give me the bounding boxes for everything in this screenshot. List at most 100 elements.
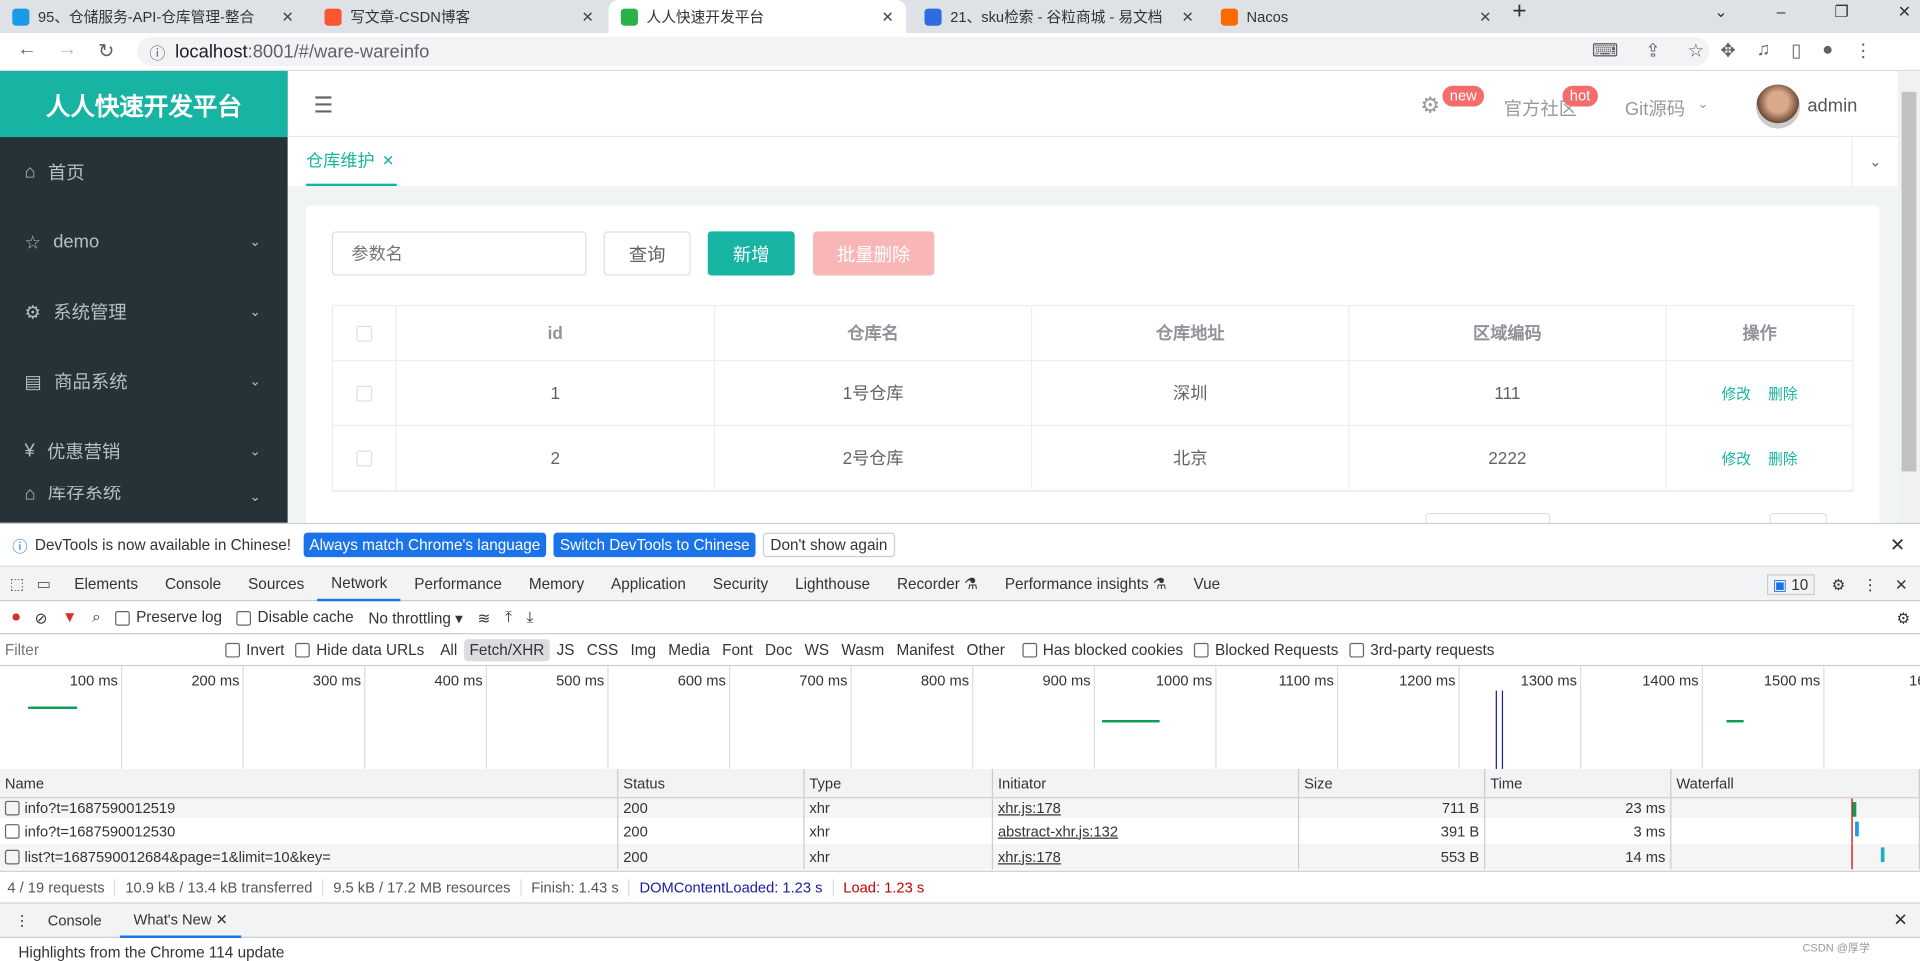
disable-cache-checkbox[interactable]: Disable cache xyxy=(236,609,354,626)
close-icon[interactable]: ✕ xyxy=(382,152,394,169)
third-party-requests-checkbox[interactable]: 3rd-party requests xyxy=(1349,641,1494,658)
translate-icon[interactable]: ⌨ xyxy=(1592,39,1619,61)
close-tab-icon[interactable]: ✕ xyxy=(582,8,594,25)
sidebar-item[interactable]: ⚙ 系统管理 ⌄ xyxy=(0,277,288,347)
drawer-tab-whats-new[interactable]: What's New ✕ xyxy=(120,903,242,938)
devtools-tab[interactable]: Memory xyxy=(515,566,597,600)
sidebar-item[interactable]: ⌂ 库存系统 ⌄ xyxy=(0,486,288,504)
media-icon[interactable]: ♫ xyxy=(1757,39,1771,61)
devtools-tab[interactable]: Elements xyxy=(61,566,152,600)
add-button[interactable]: 新增 xyxy=(707,231,795,276)
delete-link[interactable]: 删除 xyxy=(1768,383,1797,404)
hamburger-icon[interactable]: ☰ xyxy=(313,93,333,119)
row-checkbox[interactable] xyxy=(333,361,397,425)
sidebar-item[interactable]: ▤ 商品系统 ⌄ xyxy=(0,347,288,417)
edit-link[interactable]: 修改 xyxy=(1722,448,1751,469)
dont-show-button[interactable]: Don't show again xyxy=(763,532,895,558)
browser-tab[interactable]: 21、sku检索 - 谷粒商城 - 易文档 ✕ xyxy=(912,0,1206,33)
column-header[interactable]: Name xyxy=(0,768,619,798)
close-icon[interactable]: ✕ xyxy=(1890,534,1905,556)
filter-type-button[interactable]: All xyxy=(435,639,462,661)
column-header[interactable]: Waterfall xyxy=(1671,768,1920,798)
column-header[interactable]: Status xyxy=(618,768,805,798)
page-scrollbar[interactable] xyxy=(1897,71,1920,523)
back-icon[interactable]: ← xyxy=(17,39,37,61)
select-all-checkbox[interactable] xyxy=(333,306,397,361)
batch-delete-button[interactable]: 批量删除 xyxy=(813,231,935,276)
filter-type-button[interactable]: Font xyxy=(717,639,757,661)
column-header[interactable]: Type xyxy=(804,768,994,798)
column-header[interactable]: Time xyxy=(1485,768,1672,798)
close-tab-icon[interactable]: ✕ xyxy=(1182,8,1194,25)
match-language-button[interactable]: Always match Chrome's language xyxy=(303,532,547,558)
request-initiator[interactable]: xhr.js:178 xyxy=(993,843,1300,870)
sidebar-item[interactable]: ¥ 优惠营销 ⌄ xyxy=(0,416,288,486)
page-tab-ware[interactable]: 仓库维护 ✕ xyxy=(306,137,397,187)
record-icon[interactable]: ⏺ xyxy=(12,608,20,626)
minimize-icon[interactable]: – xyxy=(1777,2,1786,22)
column-header[interactable]: Initiator xyxy=(993,768,1300,798)
filter-type-button[interactable]: Manifest xyxy=(892,639,960,661)
drawer-tab-console[interactable]: Console xyxy=(34,903,115,937)
import-icon[interactable]: ⤒ xyxy=(505,608,512,626)
git-dropdown[interactable]: Git源码 ⌄ xyxy=(1625,96,1709,122)
close-tab-icon[interactable]: ✕ xyxy=(282,8,294,25)
filter-icon[interactable]: ▼ xyxy=(62,609,77,626)
filter-type-button[interactable]: Wasm xyxy=(836,639,889,661)
close-drawer-icon[interactable]: ✕ xyxy=(1893,910,1907,931)
devtools-tab[interactable]: Network xyxy=(317,566,401,601)
close-icon[interactable]: ✕ xyxy=(1898,2,1911,22)
new-tab-button[interactable]: + xyxy=(1512,0,1526,26)
info-icon[interactable]: ⓘ xyxy=(149,40,165,63)
has-blocked-cookies-checkbox[interactable]: Has blocked cookies xyxy=(1021,641,1183,658)
url-input[interactable]: ⓘ localhost:8001/#/ware-wareinfo xyxy=(137,36,1710,67)
close-tab-icon[interactable]: ✕ xyxy=(1479,8,1491,25)
devtools-tab[interactable]: Recorder ⚗ xyxy=(883,566,991,600)
throttling-select[interactable]: No throttling ▾ xyxy=(368,608,462,626)
browser-tab[interactable]: 写文章-CSDN博客 ✕ xyxy=(312,0,606,33)
devtools-tab[interactable]: Lighthouse xyxy=(782,566,884,600)
maximize-icon[interactable]: ❐ xyxy=(1834,2,1848,22)
avatar[interactable] xyxy=(1755,84,1801,129)
request-row[interactable]: info?t=1687590012519 200 xhr xhr.js:178 … xyxy=(0,798,1920,818)
device-toolbar-icon[interactable]: ▭ xyxy=(34,574,61,593)
network-overview-timeline[interactable]: 100 ms 200 ms 300 ms 400 ms 500 ms 600 ms 700 … xyxy=(0,666,1920,769)
settings-gear-icon[interactable]: ⚙ xyxy=(1420,93,1440,119)
filter-input[interactable] xyxy=(4,641,209,659)
window-controls[interactable]: ⌄ – ❐ ✕ xyxy=(1714,2,1911,22)
close-tab-icon[interactable]: ✕ xyxy=(882,8,894,25)
browser-tab[interactable]: Nacos ✕ xyxy=(1209,0,1504,33)
search-icon[interactable]: ⌕ xyxy=(92,608,101,626)
devtools-tab[interactable]: Sources xyxy=(235,566,318,600)
hide-data-urls-checkbox[interactable]: Hide data URLs xyxy=(295,641,424,658)
edit-link[interactable]: 修改 xyxy=(1722,383,1751,404)
devtools-tab[interactable]: Performance insights ⚗ xyxy=(991,566,1180,600)
side-panel-icon[interactable]: ▯ xyxy=(1791,39,1801,61)
filter-type-button[interactable]: Doc xyxy=(760,639,797,661)
reload-icon[interactable]: ↻ xyxy=(98,39,114,63)
tabs-menu-chevron-icon[interactable]: ⌄ xyxy=(1851,137,1898,187)
filter-type-button[interactable]: Other xyxy=(962,639,1010,661)
param-search-input[interactable] xyxy=(331,231,587,276)
column-header[interactable]: Size xyxy=(1299,768,1486,798)
request-initiator[interactable]: abstract-xhr.js:132 xyxy=(993,817,1300,844)
browser-tab[interactable]: 95、仓储服务-API-仓库管理-整合 ✕ xyxy=(0,0,306,33)
inspect-icon[interactable]: ⬚ xyxy=(0,574,34,593)
devtools-tab[interactable]: Performance xyxy=(401,566,516,600)
devtools-tab[interactable]: Vue xyxy=(1180,566,1234,600)
network-conditions-icon[interactable]: ≋ xyxy=(478,608,491,626)
sidebar-item[interactable]: ⌂ 首页 xyxy=(0,137,288,207)
request-row[interactable]: info?t=1687590012530 200 xhr abstract-xh… xyxy=(0,817,1920,844)
clear-icon[interactable]: ⊘ xyxy=(35,608,48,626)
bookmark-star-icon[interactable]: ☆ xyxy=(1688,39,1704,61)
preserve-log-checkbox[interactable]: Preserve log xyxy=(115,609,222,626)
network-settings-icon[interactable]: ⚙ xyxy=(1896,608,1910,626)
forward-icon[interactable]: → xyxy=(58,39,78,61)
menu-icon[interactable]: ⋮ xyxy=(1854,39,1872,61)
browser-tab[interactable]: 人人快速开发平台 ✕ xyxy=(608,0,907,34)
row-checkbox[interactable] xyxy=(333,426,397,490)
filter-type-button[interactable]: Fetch/XHR xyxy=(464,638,550,661)
query-button[interactable]: 查询 xyxy=(603,231,691,276)
sidebar-item[interactable]: ☆ demo ⌄ xyxy=(0,207,288,277)
filter-type-button[interactable]: WS xyxy=(800,639,834,661)
